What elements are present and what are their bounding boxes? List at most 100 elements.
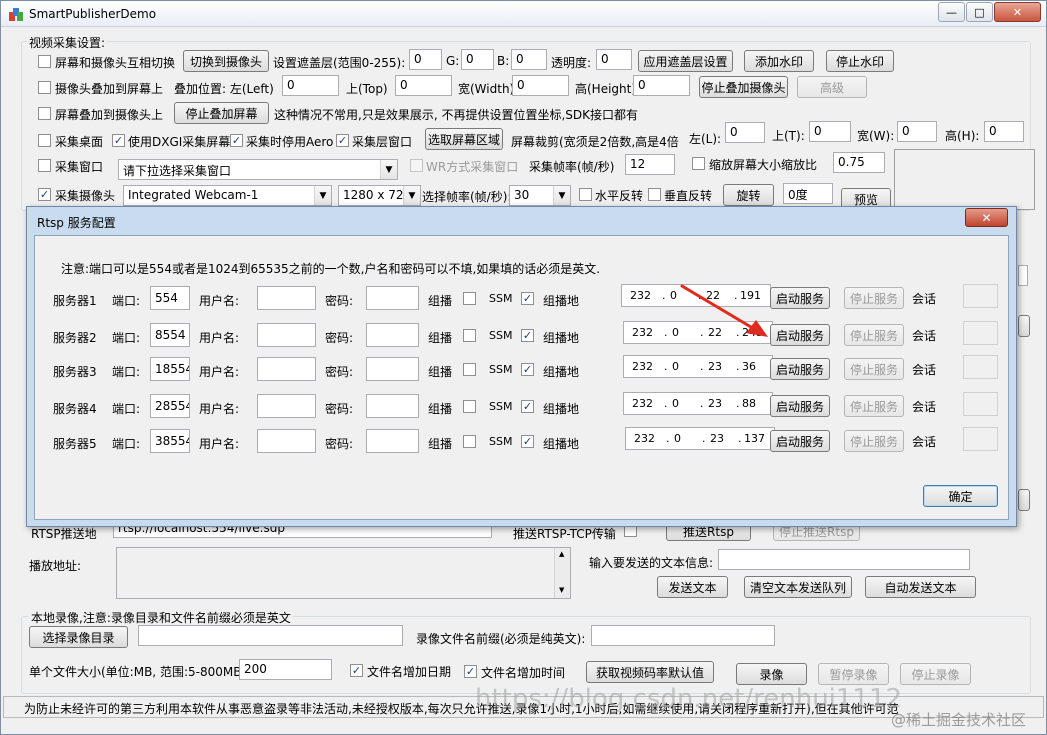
scroll-down-icon[interactable]: ▼: [559, 586, 564, 594]
ssm-checkbox[interactable]: ✓: [521, 435, 534, 448]
rotate-button[interactable]: 旋转: [723, 184, 774, 206]
auto-send-text-button[interactable]: 自动发送文本: [865, 576, 976, 598]
record-prefix-input[interactable]: [591, 625, 775, 646]
overlay-g-input[interactable]: 0: [461, 49, 494, 70]
username-input[interactable]: [257, 429, 316, 453]
stop-service-button[interactable]: 停止服务: [844, 395, 904, 417]
ssm-checkbox[interactable]: ✓: [521, 400, 534, 413]
hflip-checkbox[interactable]: [579, 188, 592, 201]
record-button[interactable]: 录像: [736, 663, 807, 685]
start-service-button[interactable]: 启动服务: [770, 395, 830, 417]
maximize-button[interactable]: □: [966, 2, 993, 22]
port-input[interactable]: 38554: [150, 429, 190, 453]
stop-service-button[interactable]: 停止服务: [844, 358, 904, 380]
stop-camera-overlay-button[interactable]: 停止叠加摄像头: [699, 76, 788, 98]
stop-service-button[interactable]: 停止服务: [844, 287, 904, 309]
password-input[interactable]: [366, 394, 419, 418]
multicast-checkbox[interactable]: [463, 400, 476, 413]
ssm-checkbox[interactable]: ✓: [521, 363, 534, 376]
overlay-r-input[interactable]: 0: [409, 49, 442, 70]
layered-window-checkbox[interactable]: ✓: [336, 134, 349, 147]
add-watermark-button[interactable]: 添加水印: [744, 50, 814, 72]
disable-aero-checkbox[interactable]: ✓: [230, 134, 243, 147]
password-input[interactable]: [366, 323, 419, 347]
screen-on-camera-checkbox[interactable]: [38, 107, 51, 120]
port-input[interactable]: 18554: [150, 357, 190, 381]
multicast-ip-input[interactable]: 232 . 0 . 23 . 137: [625, 427, 775, 450]
stop-screen-overlay-button[interactable]: 停止叠加屏幕: [174, 102, 269, 124]
file-size-input[interactable]: 200: [239, 659, 332, 680]
start-service-button[interactable]: 启动服务: [770, 430, 830, 452]
ssm-checkbox[interactable]: ✓: [521, 329, 534, 342]
choose-record-dir-button[interactable]: 选择录像目录: [29, 626, 128, 648]
send-text-input[interactable]: [718, 549, 970, 570]
dxgi-checkbox[interactable]: ✓: [112, 134, 125, 147]
scale-ratio-input[interactable]: 0.75: [833, 152, 885, 173]
wr-mode-checkbox[interactable]: [410, 159, 423, 172]
overlay-alpha-input[interactable]: 0: [596, 49, 632, 70]
scale-screen-checkbox[interactable]: [692, 157, 705, 170]
password-input[interactable]: [366, 357, 419, 381]
playback-scrollbar[interactable]: ▲ ▼: [554, 548, 570, 598]
send-text-button[interactable]: 发送文本: [657, 576, 728, 598]
overlay-left-input[interactable]: 0: [282, 75, 339, 96]
add-date-checkbox[interactable]: ✓: [350, 664, 363, 677]
capture-desktop-checkbox[interactable]: [38, 134, 51, 147]
multicast-checkbox[interactable]: [463, 435, 476, 448]
clear-text-queue-button[interactable]: 清空文本发送队列: [744, 576, 852, 598]
crop-width-input[interactable]: 0: [897, 121, 937, 142]
record-dir-input[interactable]: [138, 625, 403, 646]
vflip-checkbox[interactable]: [648, 188, 661, 201]
username-input[interactable]: [257, 357, 316, 381]
resolution-select[interactable]: 1280 x 720 ▼: [338, 185, 421, 206]
stop-watermark-button[interactable]: 停止水印: [826, 50, 894, 72]
add-time-checkbox[interactable]: ✓: [464, 665, 477, 678]
multicast-ip-input[interactable]: 232 . 0 . 23 . 36: [623, 355, 773, 378]
overlay-top-input[interactable]: 0: [395, 75, 452, 96]
overlay-width-input[interactable]: 0: [512, 75, 569, 96]
switch-screen-camera-checkbox[interactable]: [38, 55, 51, 68]
apply-overlay-button[interactable]: 应用遮盖层设置: [638, 50, 733, 72]
minimize-button[interactable]: —: [938, 2, 965, 22]
port-input[interactable]: 8554: [150, 323, 190, 347]
username-input[interactable]: [257, 394, 316, 418]
switch-to-camera-button[interactable]: 切换到摄像头: [183, 50, 269, 72]
start-service-button[interactable]: 启动服务: [770, 324, 830, 346]
camera-select[interactable]: Integrated Webcam-1 ▼: [123, 185, 332, 206]
stop-record-button[interactable]: 停止录像: [900, 663, 971, 685]
multicast-checkbox[interactable]: [463, 292, 476, 305]
port-input[interactable]: 554: [150, 286, 190, 310]
advanced-button[interactable]: 高级: [797, 76, 867, 98]
overlay-b-input[interactable]: 0: [511, 49, 547, 70]
password-input[interactable]: [366, 286, 419, 310]
camera-on-screen-checkbox[interactable]: [38, 81, 51, 94]
dialog-close-button[interactable]: ✕: [965, 208, 1008, 227]
crop-height-input[interactable]: 0: [984, 121, 1024, 142]
capture-window-checkbox[interactable]: [38, 159, 51, 172]
crop-left-input[interactable]: 0: [725, 122, 765, 143]
close-button[interactable]: ✕: [994, 2, 1041, 22]
capture-camera-checkbox[interactable]: ✓: [38, 188, 51, 201]
crop-top-input[interactable]: 0: [809, 121, 851, 142]
stop-service-button[interactable]: 停止服务: [844, 324, 904, 346]
capture-fps-input[interactable]: 12: [625, 154, 675, 175]
username-input[interactable]: [257, 286, 316, 310]
get-bitrate-button[interactable]: 获取视频码率默认值: [586, 661, 714, 683]
multicast-checkbox[interactable]: [463, 363, 476, 376]
start-service-button[interactable]: 启动服务: [770, 358, 830, 380]
password-input[interactable]: [366, 429, 419, 453]
port-input[interactable]: 28554: [150, 394, 190, 418]
pause-record-button[interactable]: 暂停录像: [818, 663, 889, 685]
stop-service-button[interactable]: 停止服务: [844, 430, 904, 452]
window-select[interactable]: 请下拉选择采集窗口 ▼: [118, 159, 398, 180]
ok-button[interactable]: 确定: [923, 485, 998, 507]
select-screen-region-button[interactable]: 选取屏幕区域: [425, 128, 503, 150]
ssm-checkbox[interactable]: ✓: [521, 292, 534, 305]
start-service-button[interactable]: 启动服务: [770, 287, 830, 309]
fps-select[interactable]: 30 ▼: [509, 185, 571, 206]
scroll-up-icon[interactable]: ▲: [559, 550, 564, 558]
overlay-height-input[interactable]: 0: [633, 75, 690, 96]
multicast-ip-input[interactable]: 232 . 0 . 23 . 88: [623, 392, 773, 415]
multicast-checkbox[interactable]: [463, 329, 476, 342]
username-input[interactable]: [257, 323, 316, 347]
